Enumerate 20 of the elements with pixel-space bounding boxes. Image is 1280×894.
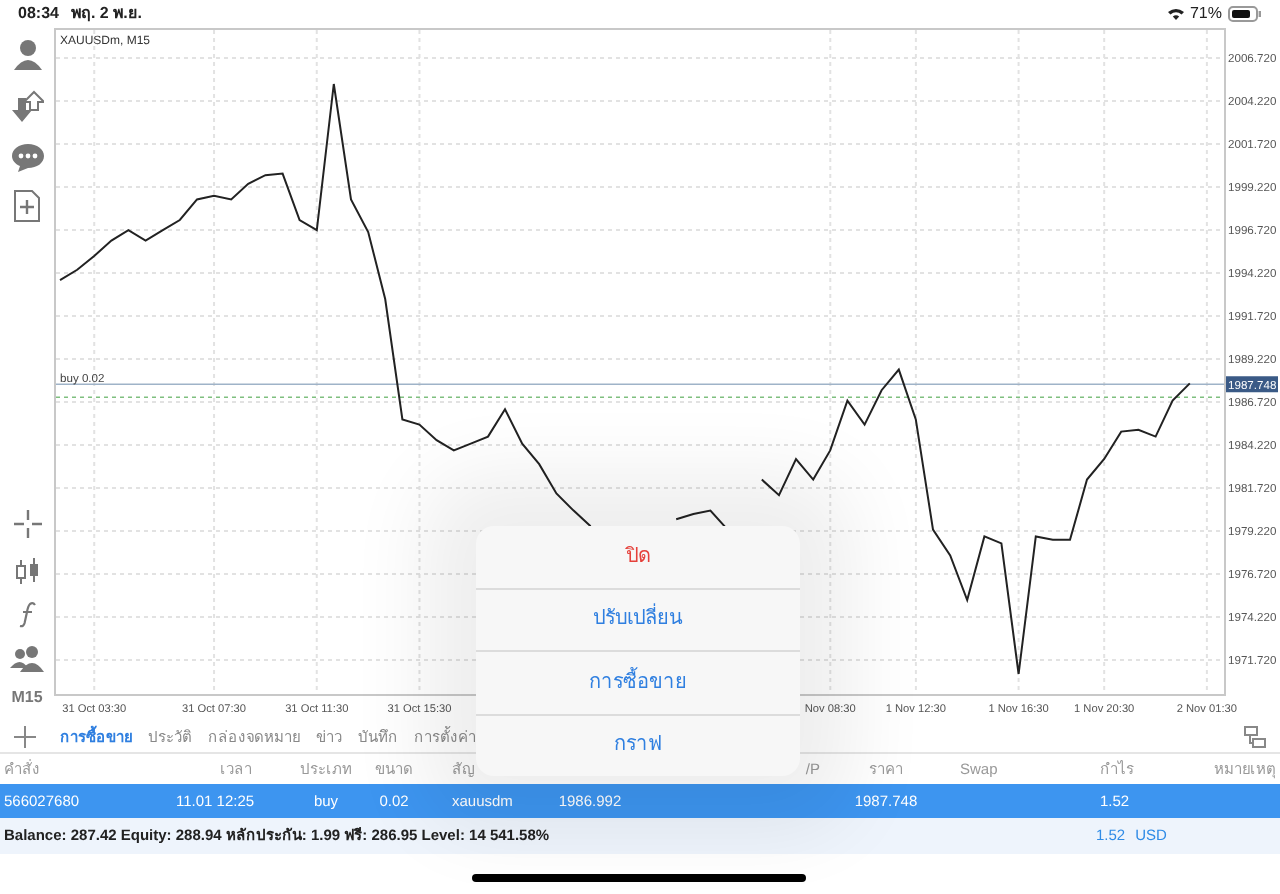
trade-arrows-icon[interactable]	[11, 90, 43, 122]
timeframe-button[interactable]: M15	[11, 686, 43, 710]
status-time: 08:34	[18, 2, 59, 26]
battery-icon	[1228, 6, 1262, 22]
add-icon[interactable]	[14, 726, 36, 748]
wifi-icon	[1167, 8, 1184, 20]
menu-item[interactable]: ปรับเปลี่ยน	[476, 587, 800, 650]
layout-icon[interactable]	[1244, 726, 1266, 748]
account-icon[interactable]	[11, 38, 43, 70]
new-document-icon[interactable]	[14, 190, 40, 222]
candlesticks-icon[interactable]	[13, 558, 41, 586]
people-icon[interactable]	[10, 644, 44, 672]
function-icon[interactable]	[18, 602, 36, 628]
chat-icon[interactable]	[11, 142, 43, 172]
menu-item[interactable]: การซื้อขาย	[476, 650, 800, 713]
status-date: พฤ. 2 พ.ย.	[70, 2, 143, 26]
menu-item[interactable]: ปิด	[476, 526, 800, 587]
menu-item[interactable]: กราฟ	[476, 713, 800, 776]
crosshair-icon[interactable]	[13, 510, 41, 538]
battery-percent: 71%	[1189, 2, 1222, 26]
